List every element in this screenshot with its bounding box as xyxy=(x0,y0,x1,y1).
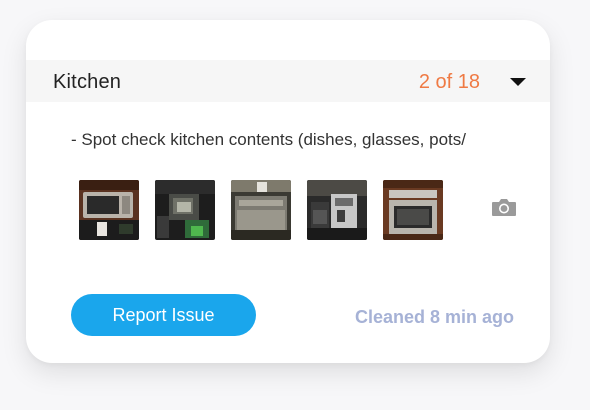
room-title: Kitchen xyxy=(53,71,122,93)
cleaned-status: Cleaned 8 min ago xyxy=(354,307,514,327)
camera-icon[interactable] xyxy=(491,197,517,217)
photo-thumbnail-coffee-machine[interactable] xyxy=(307,180,367,240)
task-card: Kitchen 2 of 18 - Spot check kitchen con… xyxy=(26,20,550,363)
photo-thumbnail-sink[interactable] xyxy=(155,180,215,240)
room-header[interactable]: Kitchen 2 of 18 xyxy=(26,60,550,102)
task-description: - Spot check kitchen contents (dishes, g… xyxy=(71,130,466,149)
task-counter: 2 of 18 xyxy=(418,71,480,93)
photo-thumbnail-oven[interactable] xyxy=(383,180,443,240)
photo-thumbnail-dishwasher[interactable] xyxy=(231,180,291,240)
photo-thumbnail-microwave[interactable] xyxy=(79,180,139,240)
chevron-down-icon[interactable] xyxy=(510,77,526,87)
report-issue-button[interactable]: Report Issue xyxy=(71,294,256,336)
